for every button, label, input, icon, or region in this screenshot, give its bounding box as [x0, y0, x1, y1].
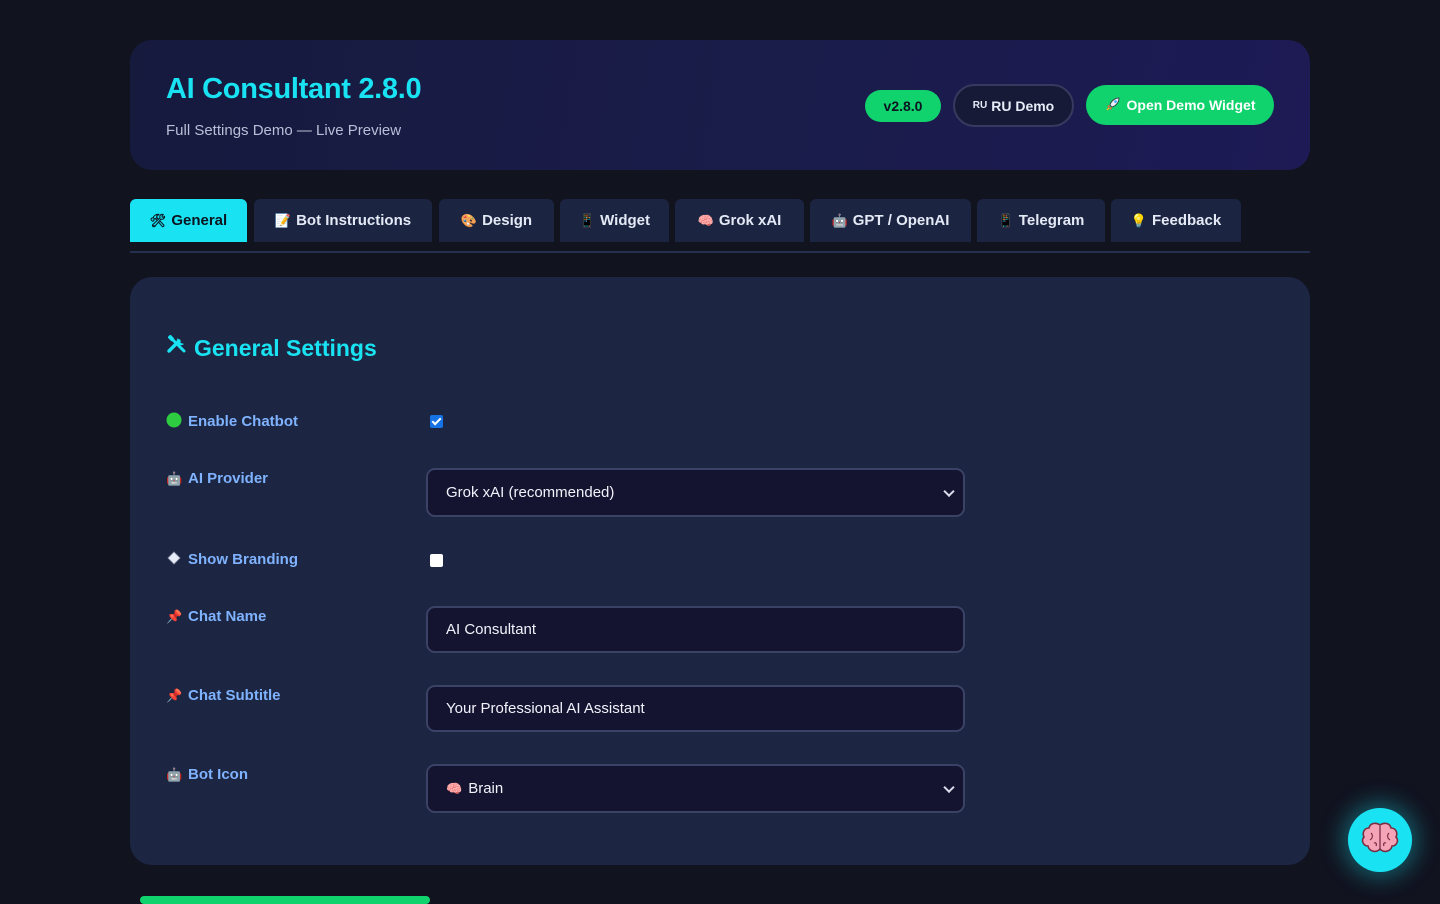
panel-title-text: General Settings	[194, 334, 377, 361]
enable-chatbot-label: Enable Chatbot	[166, 412, 298, 431]
tab-label: Widget	[600, 212, 651, 229]
tab-label: Design	[482, 212, 533, 229]
open-demo-widget-button[interactable]: Open Demo Widget	[1086, 85, 1274, 125]
tab-general[interactable]: 🛠 General	[130, 199, 247, 242]
chat-subtitle-input[interactable]: Your Professional AI Assistant	[426, 685, 965, 732]
tools-icon: 🛠	[149, 212, 167, 228]
chevron-down-icon	[943, 781, 955, 793]
tab-label: Bot Instructions	[296, 212, 412, 229]
chat-subtitle-label: 📌 Chat Subtitle	[166, 687, 281, 704]
ru-flag-icon: RU	[972, 100, 988, 111]
header-banner: AI Consultant 2.8.0 Full Settings Demo —…	[130, 40, 1310, 170]
pushpin-icon: 📌	[166, 608, 183, 624]
ru-demo-label: RU Demo	[991, 97, 1055, 114]
tab-widget[interactable]: 📱 Widget	[560, 199, 669, 242]
tab-label: GPT / OpenAI	[852, 212, 950, 229]
show-branding-label: Show Branding	[166, 551, 298, 568]
tab-bot-instructions[interactable]: 📝 Bot Instructions	[254, 199, 432, 242]
chat-name-label: 📌 Chat Name	[166, 608, 266, 625]
ru-demo-button[interactable]: RU RU Demo	[953, 84, 1074, 127]
robot-icon: 🤖	[166, 470, 183, 486]
settings-panel: General Settings Enable Chatbot 🤖 AI Pro…	[130, 277, 1310, 865]
phone-icon: 📱	[997, 212, 1014, 228]
ai-provider-select[interactable]: Grok xAI (recommended)	[426, 468, 965, 517]
diamond-icon	[166, 551, 182, 568]
panel-title: General Settings	[166, 334, 377, 362]
label-text: Chat Subtitle	[188, 687, 281, 704]
label-text: Chat Name	[188, 608, 267, 625]
tab-label: General	[171, 212, 228, 229]
brain-icon	[1361, 821, 1399, 860]
label-text: Enable Chatbot	[188, 413, 299, 430]
lightbulb-icon: 💡	[1130, 212, 1147, 228]
tab-label: Telegram	[1018, 212, 1085, 229]
app-subtitle: Full Settings Demo — Live Preview	[166, 122, 402, 139]
version-badge: v2.8.0	[865, 90, 941, 122]
tab-bar: 🛠 General 📝 Bot Instructions 🎨 Design 📱 …	[130, 199, 1310, 253]
tools-icon	[166, 334, 188, 362]
tab-grok-xai[interactable]: 🧠 Grok xAI	[675, 199, 804, 242]
show-branding-checkbox[interactable]	[430, 554, 443, 567]
input-value: AI Consultant	[446, 621, 537, 638]
tab-design[interactable]: 🎨 Design	[439, 199, 554, 242]
tab-label: Grok xAI	[718, 212, 782, 229]
save-button-partial[interactable]	[140, 896, 430, 904]
label-text: Bot Icon	[188, 766, 248, 783]
select-value: Brain	[468, 780, 504, 797]
ai-provider-label: 🤖 AI Provider	[166, 470, 268, 487]
bot-icon-select[interactable]: 🧠 Brain	[426, 764, 965, 813]
enable-chatbot-checkbox[interactable]	[430, 415, 443, 428]
pushpin-icon: 📌	[166, 687, 183, 703]
brain-icon: 🧠	[446, 780, 463, 796]
select-value: Grok xAI (recommended)	[446, 484, 615, 501]
bot-icon-label: 🤖 Bot Icon	[166, 766, 248, 783]
tab-gpt-openai[interactable]: 🤖 GPT / OpenAI	[810, 199, 971, 242]
open-demo-label: Open Demo Widget	[1126, 97, 1256, 113]
palette-icon: 🎨	[460, 212, 478, 228]
green-circle-icon	[166, 412, 182, 431]
brain-icon: 🧠	[697, 212, 714, 228]
app-title: AI Consultant 2.8.0	[166, 73, 422, 105]
tab-telegram[interactable]: 📱 Telegram	[977, 199, 1105, 242]
chevron-down-icon	[943, 485, 955, 497]
rocket-icon	[1105, 96, 1121, 115]
chat-widget-launcher[interactable]	[1348, 808, 1412, 872]
robot-icon: 🤖	[831, 212, 848, 228]
memo-icon: 📝	[274, 212, 292, 228]
chat-name-input[interactable]: AI Consultant	[426, 606, 965, 653]
label-text: Show Branding	[188, 551, 298, 568]
robot-icon: 🤖	[166, 766, 183, 782]
input-value: Your Professional AI Assistant	[446, 700, 645, 717]
tab-label: Feedback	[1151, 212, 1222, 229]
tab-feedback[interactable]: 💡 Feedback	[1111, 199, 1241, 242]
label-text: AI Provider	[188, 470, 269, 487]
phone-icon: 📱	[578, 212, 596, 228]
